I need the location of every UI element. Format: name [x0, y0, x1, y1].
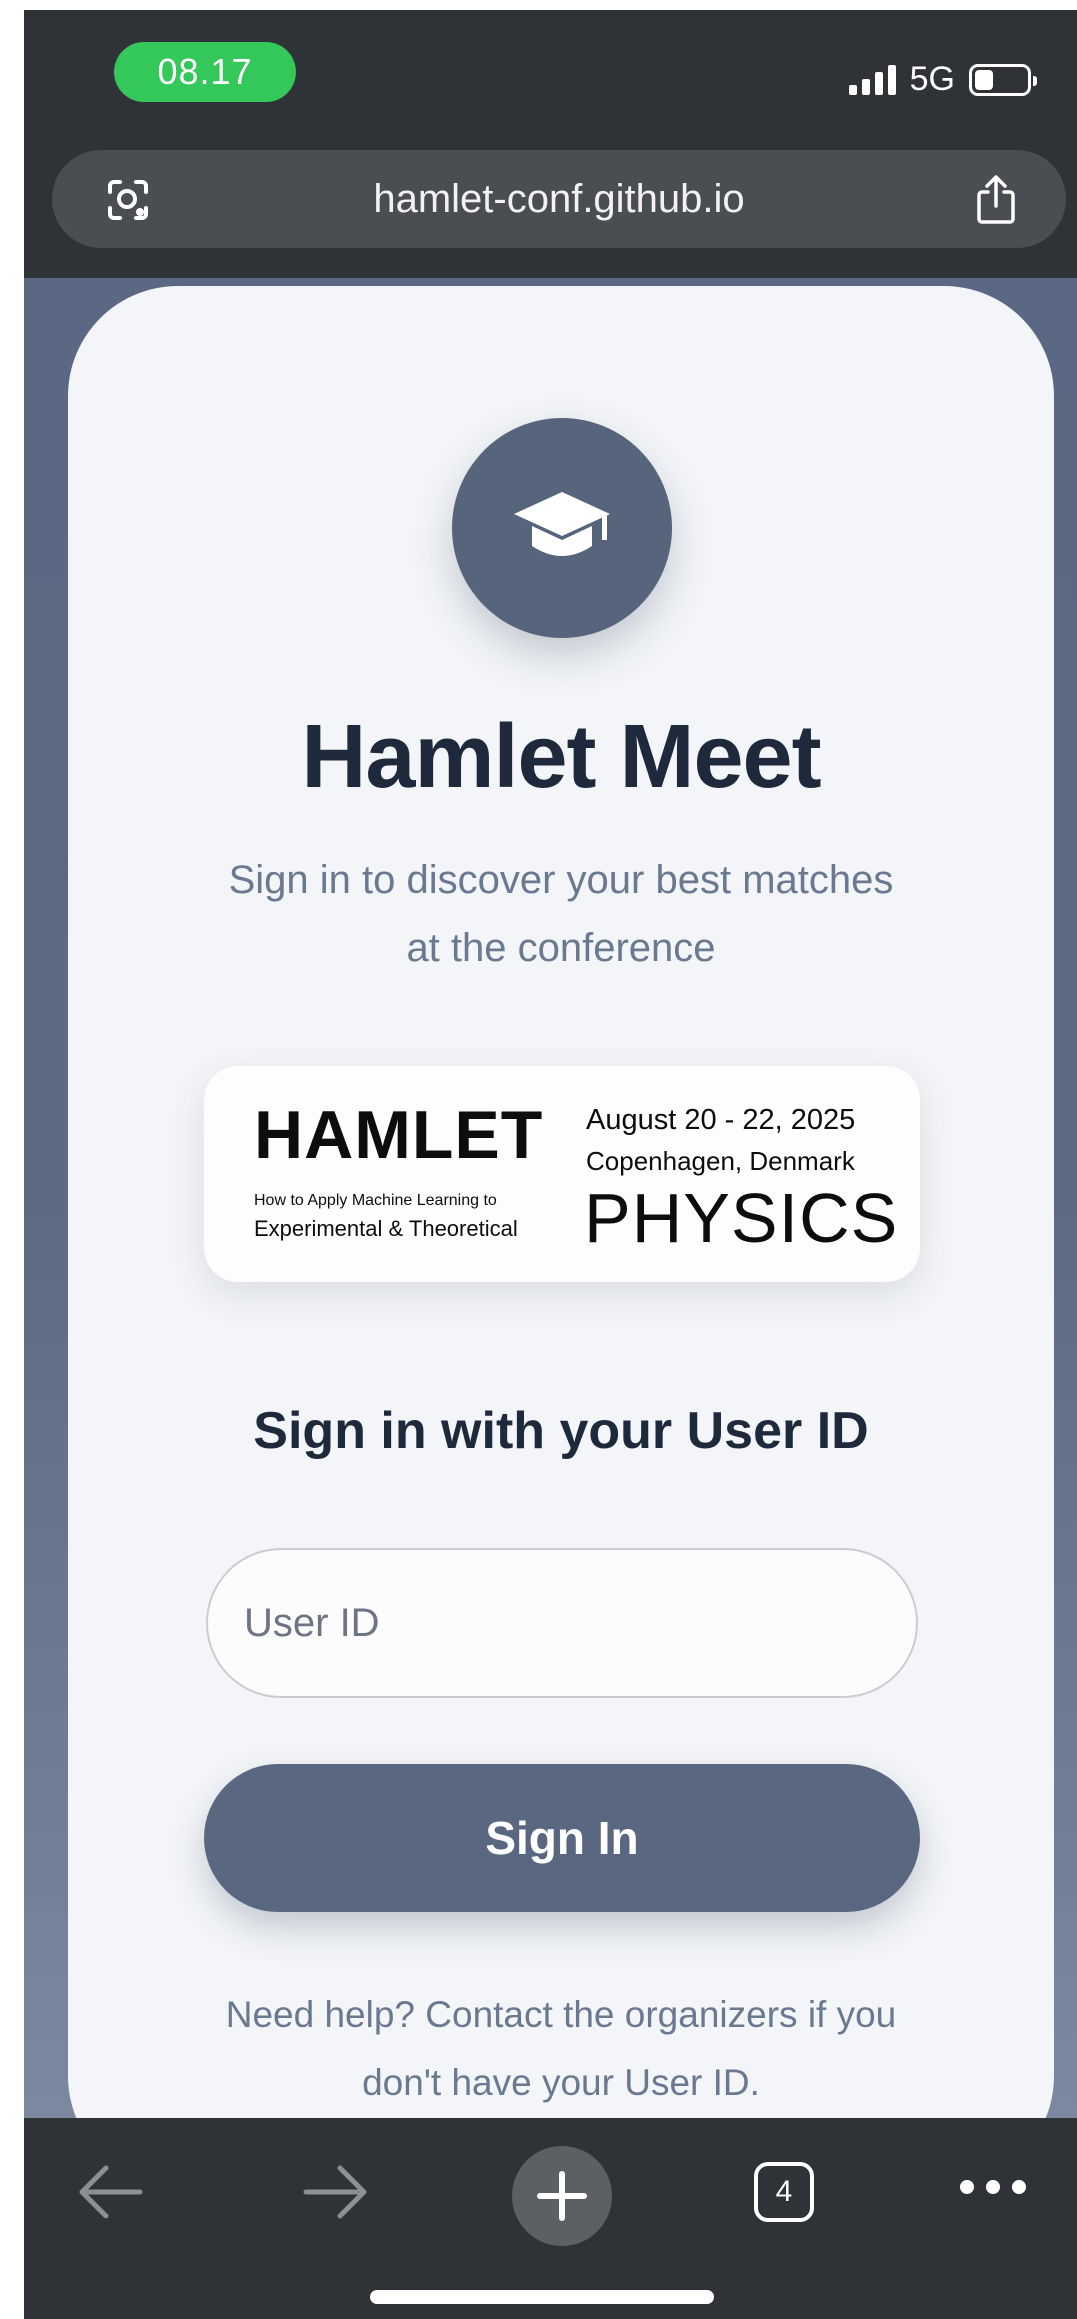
sign-in-button[interactable]: Sign In	[204, 1764, 920, 1912]
banner-hamlet: HAMLET	[254, 1097, 544, 1173]
user-id-input[interactable]	[206, 1548, 918, 1698]
more-icon[interactable]	[960, 2180, 1026, 2194]
url-text[interactable]: hamlet-conf.github.io	[52, 150, 1066, 248]
banner-apply-line1: How to Apply Machine Learning to	[254, 1192, 497, 1209]
tabs-icon[interactable]: 4	[754, 2162, 814, 2222]
banner-dates: August 20 - 22, 2025	[586, 1104, 856, 1136]
graduation-cap-icon	[514, 492, 610, 556]
form-heading: Sign in with your User ID	[253, 1402, 869, 1460]
address-bar[interactable]: hamlet-conf.github.io	[52, 150, 1066, 248]
banner-place: Copenhagen, Denmark	[586, 1146, 855, 1176]
logo-badge	[452, 418, 672, 638]
conference-banner: HAMLET How to Apply Machine Learning to …	[204, 1066, 920, 1282]
status-time: 08.17	[114, 42, 296, 102]
browser-toolbar: 4	[24, 2118, 1077, 2319]
page-title: Hamlet Meet	[301, 707, 821, 807]
share-icon[interactable]	[974, 174, 1018, 224]
new-tab-button[interactable]	[512, 2146, 612, 2246]
web-viewport: Hamlet Meet Sign in to discover your bes…	[24, 278, 1077, 2118]
plus-icon	[537, 2171, 587, 2221]
network-label: 5G	[909, 60, 955, 98]
phone-screen: 08.17 5G hamlet-conf.github.io Hamlet Me…	[24, 10, 1077, 2319]
help-text: Need help? Contact the organizers if you…	[225, 1994, 897, 2103]
page-subtitle: Sign in to discover your best matches at…	[228, 858, 894, 970]
forward-arrow-icon[interactable]	[302, 2162, 370, 2222]
battery-icon	[969, 63, 1037, 96]
back-arrow-icon[interactable]	[76, 2162, 144, 2222]
signal-icon	[848, 64, 896, 95]
home-indicator[interactable]	[370, 2290, 714, 2304]
banner-physics: PHYSICS	[584, 1179, 899, 1257]
signin-card: Hamlet Meet Sign in to discover your bes…	[68, 286, 1054, 2118]
status-indicators: 5G	[848, 60, 1037, 99]
banner-apply-line2: Experimental & Theoretical	[254, 1216, 518, 1241]
